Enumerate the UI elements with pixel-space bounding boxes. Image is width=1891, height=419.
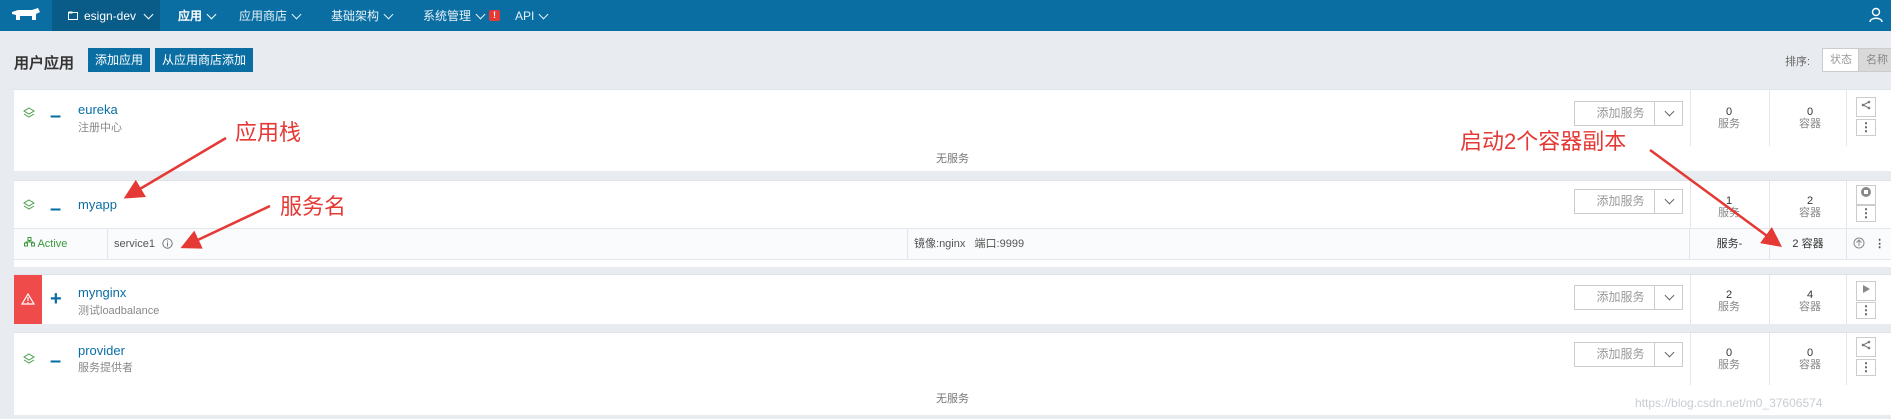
nav-admin[interactable]: 系统管理! [423, 0, 501, 31]
chevron-down-icon [1664, 347, 1674, 358]
collapse-toggle[interactable]: – [50, 351, 61, 371]
stack-layers-icon [23, 107, 35, 118]
service-actions: ⋮ [1847, 229, 1891, 259]
service-services-col[interactable]: 服务- [1690, 229, 1770, 259]
add-service-dropdown[interactable] [1654, 189, 1683, 214]
services-count: 1 服务 [1718, 195, 1740, 219]
nav-api[interactable]: API [515, 0, 549, 31]
annotation-stack-label: 应用栈 [235, 120, 302, 145]
sort-by-state-button[interactable]: 状态 [1822, 48, 1860, 72]
environment-label: esign-dev [84, 8, 137, 23]
more-options-icon[interactable]: ⋮ [1856, 359, 1876, 376]
service-icon [24, 237, 35, 247]
divider [1690, 333, 1691, 385]
divider [1690, 275, 1691, 324]
collapse-toggle[interactable]: – [50, 106, 61, 126]
stack-description: 测试loadbalance [78, 305, 160, 317]
service-containers-col[interactable]: 2 容器 [1770, 229, 1847, 259]
nav-catalog[interactable]: 应用商店 [239, 0, 302, 31]
environment-switcher[interactable]: esign-dev [52, 0, 160, 31]
service-image-port: 镜像:nginx 端口:9999 [908, 229, 1690, 259]
top-nav-bar: esign-dev 应用 应用商店 基础架构 系统管理! API [0, 0, 1891, 31]
chevron-down-icon [1664, 290, 1674, 301]
nav-apps[interactable]: 应用 [178, 0, 217, 31]
add-service-dropdown[interactable] [1654, 342, 1683, 367]
stack-name[interactable]: mynginx [78, 285, 126, 300]
chevron-down-icon [206, 9, 217, 19]
divider [1846, 181, 1847, 229]
containers-count: 4 容器 [1799, 289, 1821, 313]
watermark: https://blog.csdn.net/m0_37606574 [1635, 396, 1823, 410]
divider [1769, 333, 1770, 385]
chevron-down-icon [475, 9, 486, 19]
collapse-toggle[interactable]: – [50, 199, 61, 219]
services-count: 0 服务 [1718, 347, 1740, 371]
services-count: 0 服务 [1718, 106, 1740, 130]
stack-card-provider: – provider 服务提供者 添加服务 0 服务 0 容器 ⋮ 无服务 [14, 332, 1891, 415]
more-options-icon[interactable]: ⋮ [1856, 119, 1876, 136]
divider [1769, 181, 1770, 229]
containers-count: 0 容器 [1799, 106, 1821, 130]
environment-icon [68, 11, 78, 20]
service-row: Active service1 镜像:nginx 端口:9999 服务- 2 容… [14, 228, 1891, 260]
stack-description: 服务提供者 [78, 362, 133, 374]
service-name[interactable]: service1 [114, 238, 155, 250]
add-service-dropdown[interactable] [1654, 101, 1683, 126]
rancher-logo[interactable] [8, 6, 44, 26]
stack-error-indicator [14, 275, 42, 324]
stop-icon[interactable] [1856, 185, 1876, 205]
containers-count: 0 容器 [1799, 347, 1821, 371]
divider [1846, 275, 1847, 324]
divider [1846, 90, 1847, 146]
add-app-button[interactable]: 添加应用 [88, 48, 151, 72]
alert-icon: ! [489, 10, 501, 21]
chevron-down-icon [143, 9, 154, 19]
share-icon[interactable] [1856, 337, 1876, 357]
nav-infrastructure[interactable]: 基础架构 [331, 0, 394, 31]
user-icon[interactable] [1869, 7, 1883, 23]
services-count: 2 服务 [1718, 289, 1740, 313]
divider [1690, 90, 1691, 146]
stack-name[interactable]: provider [78, 343, 125, 358]
play-icon[interactable] [1856, 281, 1876, 301]
divider [1690, 181, 1691, 229]
add-from-catalog-button[interactable]: 从应用商店添加 [155, 48, 254, 72]
chevron-down-icon [1664, 194, 1674, 205]
chevron-down-icon [538, 9, 549, 19]
service-state: Active [14, 229, 108, 259]
stack-name[interactable]: myapp [78, 197, 117, 212]
warning-icon [21, 293, 35, 305]
upgrade-icon[interactable] [1853, 237, 1865, 249]
more-options-icon[interactable]: ⋮ [1856, 205, 1876, 222]
service-name-cell[interactable]: service1 [108, 229, 908, 259]
annotation-service-name-label: 服务名 [280, 194, 347, 219]
more-options-icon[interactable]: ⋮ [1874, 238, 1885, 250]
divider [1846, 333, 1847, 385]
expand-toggle[interactable]: + [50, 289, 62, 309]
chevron-down-icon [1664, 106, 1674, 117]
stack-layers-icon [23, 353, 35, 364]
info-icon[interactable] [162, 238, 173, 249]
chevron-down-icon [291, 9, 302, 19]
sort-by-name-button[interactable]: 名称 [1858, 48, 1891, 72]
stack-layers-icon [23, 199, 35, 210]
annotation-replicas-label: 启动2个容器副本 [1460, 129, 1627, 154]
page-title: 用户应用 [14, 55, 75, 72]
chevron-down-icon [383, 9, 394, 19]
stack-card-mynginx: + mynginx 测试loadbalance 添加服务 2 服务 4 容器 ⋮ [14, 274, 1891, 324]
containers-count: 2 容器 [1799, 195, 1821, 219]
empty-services-text: 无服务 [936, 393, 969, 405]
divider [1769, 90, 1770, 146]
sort-label: 排序: [1785, 56, 1811, 68]
stack-description: 注册中心 [78, 122, 122, 134]
stack-name[interactable]: eureka [78, 102, 118, 117]
share-icon[interactable] [1856, 97, 1876, 117]
more-options-icon[interactable]: ⋮ [1856, 302, 1876, 319]
add-service-dropdown[interactable] [1654, 285, 1683, 310]
divider [1769, 275, 1770, 324]
